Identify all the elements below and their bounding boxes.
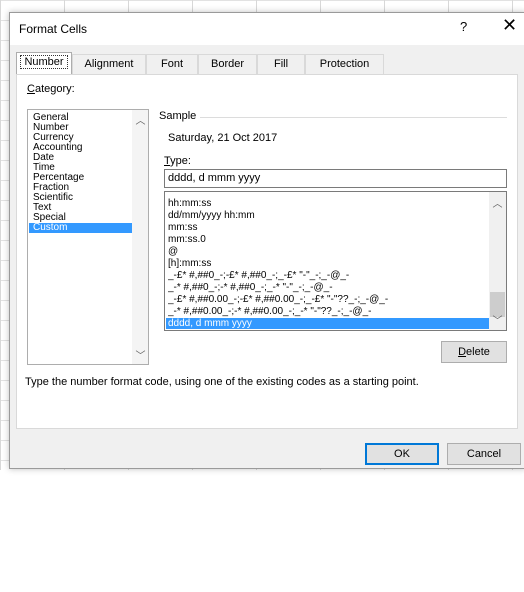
category-scrollbar[interactable]: ︿ ﹀ xyxy=(132,110,148,364)
delete-button[interactable]: Delete xyxy=(441,341,507,363)
cancel-button[interactable]: Cancel xyxy=(447,443,521,465)
close-button[interactable]: ✕ xyxy=(502,16,517,34)
category-label: Category: xyxy=(27,83,75,95)
ok-button[interactable]: OK xyxy=(365,443,439,465)
format-list-scrollbar[interactable]: ︿ ﹀ xyxy=(489,192,506,330)
tab-protection[interactable]: Protection xyxy=(305,54,384,74)
scroll-up-icon[interactable]: ︿ xyxy=(132,112,149,127)
list-item[interactable]: _-* #,##0_-;-* #,##0_-;_-* "-"_-;_-@_- xyxy=(168,282,490,293)
description-text: Type the number format code, using one o… xyxy=(25,376,419,388)
tab-number[interactable]: Number xyxy=(16,52,72,74)
help-button[interactable]: ? xyxy=(460,19,467,34)
tab-fill[interactable]: Fill xyxy=(257,54,305,74)
list-item[interactable]: @ xyxy=(168,246,490,257)
sample-label: Sample xyxy=(159,110,201,122)
list-item[interactable]: dd/mm/yyyy hh:mm xyxy=(168,210,490,221)
list-item[interactable]: [h]:mm:ss xyxy=(168,258,490,269)
list-item[interactable]: _-£* #,##0.00_-;-£* #,##0.00_-;_-£* "-"?… xyxy=(168,294,490,305)
tab-alignment[interactable]: Alignment xyxy=(72,54,146,74)
tab-border[interactable]: Border xyxy=(198,54,257,74)
list-item[interactable]: hh:mm:ss xyxy=(168,198,490,209)
list-item-selected[interactable]: Custom xyxy=(29,223,135,233)
type-input[interactable]: dddd, d mmm yyyy xyxy=(164,169,507,188)
number-tab-panel: Category: General Number Currency Accoun… xyxy=(16,74,518,429)
tab-font[interactable]: Font xyxy=(146,54,198,74)
dialog-title: Format Cells xyxy=(19,22,88,36)
scroll-down-icon[interactable]: ﹀ xyxy=(132,347,149,362)
type-label: Type: xyxy=(164,155,191,167)
format-cells-dialog: Format Cells ? ✕ Number Alignment Font B… xyxy=(9,12,524,469)
list-item[interactable]: _-£* #,##0_-;-£* #,##0_-;_-£* "-"_-;_-@_… xyxy=(168,270,490,281)
scroll-down-icon[interactable]: ﹀ xyxy=(489,312,506,327)
title-bar: Format Cells ? ✕ xyxy=(10,13,524,45)
scroll-up-icon[interactable]: ︿ xyxy=(489,195,506,210)
format-code-list[interactable]: hh:mm:ss dd/mm/yyyy hh:mm mm:ss mm:ss.0 … xyxy=(164,191,507,331)
category-list[interactable]: General Number Currency Accounting Date … xyxy=(27,109,149,365)
list-item[interactable]: mm:ss xyxy=(168,222,490,233)
list-item[interactable]: _-* #,##0.00_-;-* #,##0.00_-;_-* "-"??_-… xyxy=(168,306,490,317)
sample-value: Saturday, 21 Oct 2017 xyxy=(168,132,278,144)
list-item-selected[interactable]: dddd, d mmm yyyy xyxy=(166,318,490,329)
list-item[interactable]: mm:ss.0 xyxy=(168,234,490,245)
